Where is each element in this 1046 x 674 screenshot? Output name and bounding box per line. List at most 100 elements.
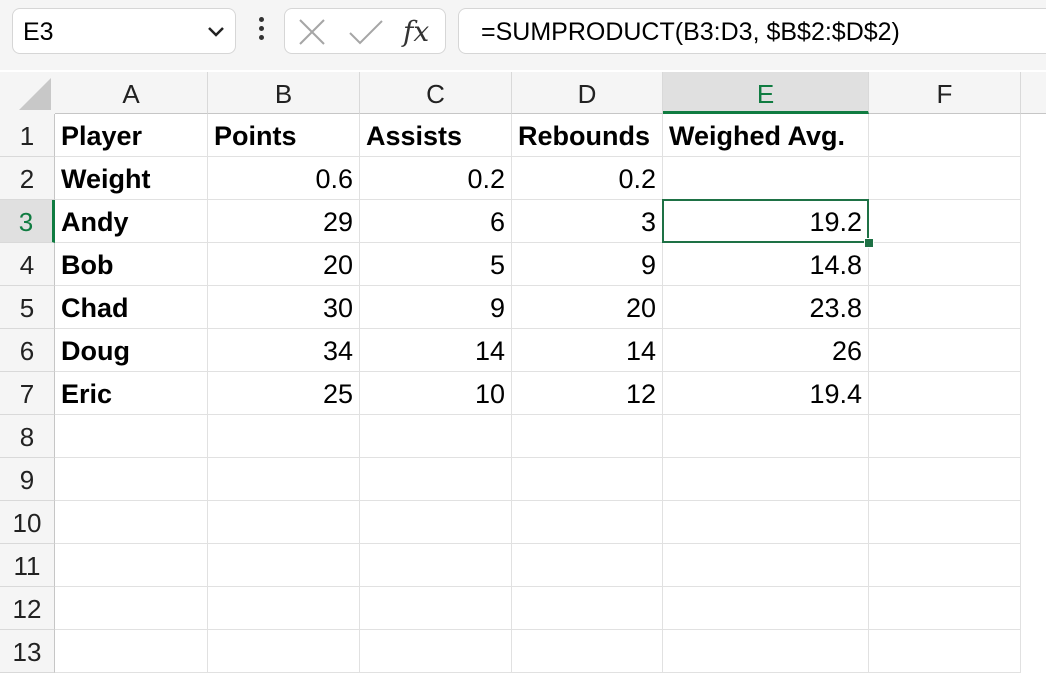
row-header-5[interactable]: 5 (0, 286, 55, 329)
cell-e3-active[interactable]: 19.2 (663, 200, 869, 243)
empty-cell[interactable] (869, 544, 1021, 587)
row-header-6[interactable]: 6 (0, 329, 55, 372)
cell-a4[interactable]: Bob (55, 243, 208, 286)
empty-cell[interactable] (360, 458, 512, 501)
empty-cell[interactable] (512, 544, 663, 587)
cell-e5[interactable]: 23.8 (663, 286, 869, 329)
cell-e7[interactable]: 19.4 (663, 372, 869, 415)
cell-b6[interactable]: 34 (208, 329, 360, 372)
empty-cell[interactable] (512, 415, 663, 458)
empty-cell[interactable] (360, 415, 512, 458)
cell-d7[interactable]: 12 (512, 372, 663, 415)
empty-cell[interactable] (663, 630, 869, 673)
cell-a2[interactable]: Weight (55, 157, 208, 200)
empty-cell[interactable] (55, 458, 208, 501)
column-header-e[interactable]: E (663, 72, 869, 114)
empty-cell[interactable] (55, 501, 208, 544)
cell-e2[interactable] (663, 157, 869, 200)
cell-c4[interactable]: 5 (360, 243, 512, 286)
empty-cell[interactable] (208, 630, 360, 673)
cell-c1[interactable]: Assists (360, 114, 512, 157)
row-header-7[interactable]: 7 (0, 372, 55, 415)
fill-handle[interactable] (864, 238, 874, 248)
row-header-3[interactable]: 3 (0, 200, 55, 243)
empty-cell[interactable] (208, 415, 360, 458)
column-header-f[interactable]: F (869, 72, 1021, 114)
cell-c6[interactable]: 14 (360, 329, 512, 372)
more-vertical-icon[interactable] (250, 14, 272, 48)
empty-cell[interactable] (360, 630, 512, 673)
row-header-12[interactable]: 12 (0, 587, 55, 630)
empty-cell[interactable] (208, 544, 360, 587)
row-header-2[interactable]: 2 (0, 157, 55, 200)
cell-d1[interactable]: Rebounds (512, 114, 663, 157)
empty-cell[interactable] (869, 630, 1021, 673)
cell-a7[interactable]: Eric (55, 372, 208, 415)
column-header-d[interactable]: D (512, 72, 663, 114)
cell-a5[interactable]: Chad (55, 286, 208, 329)
cell-a3[interactable]: Andy (55, 200, 208, 243)
formula-input[interactable]: =SUMPRODUCT(B3:D3, $B$2:$D$2) (458, 8, 1046, 54)
empty-cell[interactable] (512, 587, 663, 630)
empty-cell[interactable] (55, 415, 208, 458)
cell-d2[interactable]: 0.2 (512, 157, 663, 200)
empty-cell[interactable] (55, 587, 208, 630)
select-all-corner[interactable] (0, 72, 55, 114)
cell-f5[interactable] (869, 286, 1021, 329)
cell-f2[interactable] (869, 157, 1021, 200)
cell-e4[interactable]: 14.8 (663, 243, 869, 286)
column-header-a[interactable]: A (55, 72, 208, 114)
empty-cell[interactable] (55, 544, 208, 587)
cell-a6[interactable]: Doug (55, 329, 208, 372)
row-header-13[interactable]: 13 (0, 630, 55, 673)
empty-cell[interactable] (208, 458, 360, 501)
empty-cell[interactable] (869, 458, 1021, 501)
empty-cell[interactable] (208, 501, 360, 544)
cell-d6[interactable]: 14 (512, 329, 663, 372)
empty-cell[interactable] (360, 587, 512, 630)
column-header-b[interactable]: B (208, 72, 360, 114)
cancel-x-icon[interactable] (297, 17, 327, 47)
cell-e1[interactable]: Weighed Avg. (663, 114, 869, 157)
row-header-11[interactable]: 11 (0, 544, 55, 587)
row-header-9[interactable]: 9 (0, 458, 55, 501)
row-header-10[interactable]: 10 (0, 501, 55, 544)
cell-b5[interactable]: 30 (208, 286, 360, 329)
empty-cell[interactable] (512, 501, 663, 544)
empty-cell[interactable] (663, 544, 869, 587)
empty-cell[interactable] (512, 630, 663, 673)
empty-cell[interactable] (869, 501, 1021, 544)
row-header-1[interactable]: 1 (0, 114, 55, 157)
empty-cell[interactable] (869, 587, 1021, 630)
empty-cell[interactable] (663, 587, 869, 630)
row-header-8[interactable]: 8 (0, 415, 55, 458)
cell-c7[interactable]: 10 (360, 372, 512, 415)
cell-f6[interactable] (869, 329, 1021, 372)
cell-a1[interactable]: Player (55, 114, 208, 157)
empty-cell[interactable] (360, 544, 512, 587)
empty-cell[interactable] (512, 458, 663, 501)
empty-cell[interactable] (663, 458, 869, 501)
insert-function-button[interactable]: fx (403, 15, 429, 48)
cell-c2[interactable]: 0.2 (360, 157, 512, 200)
cell-f3[interactable] (869, 200, 1021, 243)
cell-b4[interactable]: 20 (208, 243, 360, 286)
cell-d3[interactable]: 3 (512, 200, 663, 243)
cell-f1[interactable] (869, 114, 1021, 157)
empty-cell[interactable] (869, 415, 1021, 458)
empty-cell[interactable] (663, 415, 869, 458)
cell-f4[interactable] (869, 243, 1021, 286)
cell-c3[interactable]: 6 (360, 200, 512, 243)
cell-d5[interactable]: 20 (512, 286, 663, 329)
cell-d4[interactable]: 9 (512, 243, 663, 286)
cell-c5[interactable]: 9 (360, 286, 512, 329)
row-header-4[interactable]: 4 (0, 243, 55, 286)
cell-b3[interactable]: 29 (208, 200, 360, 243)
column-header-c[interactable]: C (360, 72, 512, 114)
cell-e6[interactable]: 26 (663, 329, 869, 372)
chevron-down-icon[interactable] (205, 23, 227, 41)
cell-b2[interactable]: 0.6 (208, 157, 360, 200)
column-header-partial[interactable] (1021, 72, 1046, 114)
cell-b1[interactable]: Points (208, 114, 360, 157)
cell-f7[interactable] (869, 372, 1021, 415)
